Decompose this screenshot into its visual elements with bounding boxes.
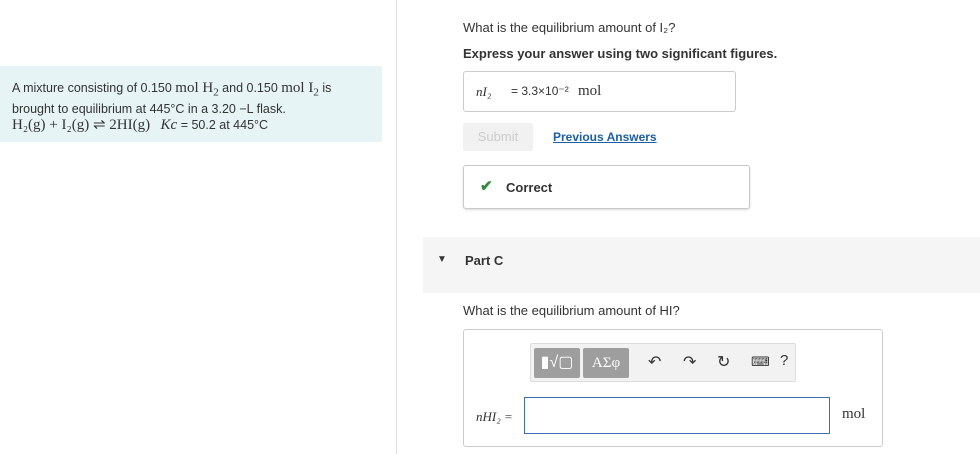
greek-symbols-button[interactable]: ΑΣφ xyxy=(583,348,629,378)
part-b-answer-box: nI₂ = 3.3×10⁻² mol xyxy=(463,71,736,112)
reset-icon[interactable]: ↻ xyxy=(717,352,730,372)
help-icon[interactable]: ? xyxy=(780,352,788,369)
input-label: nHI₂ = xyxy=(476,409,513,424)
kc-value: = 50.2 at 445°C xyxy=(177,117,269,132)
answer-editor: ▮√▢ ΑΣφ ↶ ↷ ↻ ⌨ ? nHI₂ = mol xyxy=(463,329,883,447)
column-divider xyxy=(396,0,397,454)
feedback-box: ✔ Correct xyxy=(463,165,750,209)
answer-value: = 3.3×10⁻² xyxy=(511,84,569,98)
checkmark-icon: ✔ xyxy=(480,178,493,195)
problem-text: A mixture consisting of 0.150 xyxy=(12,81,176,95)
previous-answers-link[interactable]: Previous Answers xyxy=(553,130,657,144)
problem-text: brought to equilibrium at 445°C in a 3.2… xyxy=(12,101,286,116)
redo-icon[interactable]: ↷ xyxy=(683,352,696,372)
template-icon[interactable]: ▮√▢ xyxy=(534,348,580,378)
answer-input[interactable] xyxy=(524,397,830,434)
part-b-question: What is the equilibrium amount of I₂? xyxy=(463,20,676,35)
part-c-question: What is the equilibrium amount of HI? xyxy=(463,303,680,318)
part-b-instruction: Express your answer using two significan… xyxy=(463,46,778,61)
feedback-text: Correct xyxy=(506,180,553,195)
reaction-equation: H₂(g) + I₂(g) ⇌ 2HI(g) xyxy=(12,116,151,133)
part-c-header[interactable]: ▼ Part C xyxy=(423,237,980,293)
answer-unit: mol xyxy=(578,83,602,99)
problem-text: and 0.150 xyxy=(218,81,282,95)
problem-text: is xyxy=(318,81,332,95)
math-toolbar: ▮√▢ ΑΣφ ↶ ↷ ↻ ⌨ ? xyxy=(530,343,796,382)
problem-statement: A mixture consisting of 0.150 mol H2 and… xyxy=(12,80,372,133)
answer-label: nI₂ xyxy=(476,84,492,99)
collapse-triangle-icon[interactable]: ▼ xyxy=(437,254,447,265)
kc-label: Kc xyxy=(160,116,178,133)
keyboard-icon[interactable]: ⌨ xyxy=(751,354,770,370)
submit-button[interactable]: Submit xyxy=(463,123,533,151)
input-unit: mol xyxy=(842,406,866,422)
problem-text: mol H xyxy=(175,80,214,96)
part-c-label: Part C xyxy=(465,253,504,268)
problem-text: mol I xyxy=(281,80,314,96)
undo-icon[interactable]: ↶ xyxy=(648,352,661,372)
